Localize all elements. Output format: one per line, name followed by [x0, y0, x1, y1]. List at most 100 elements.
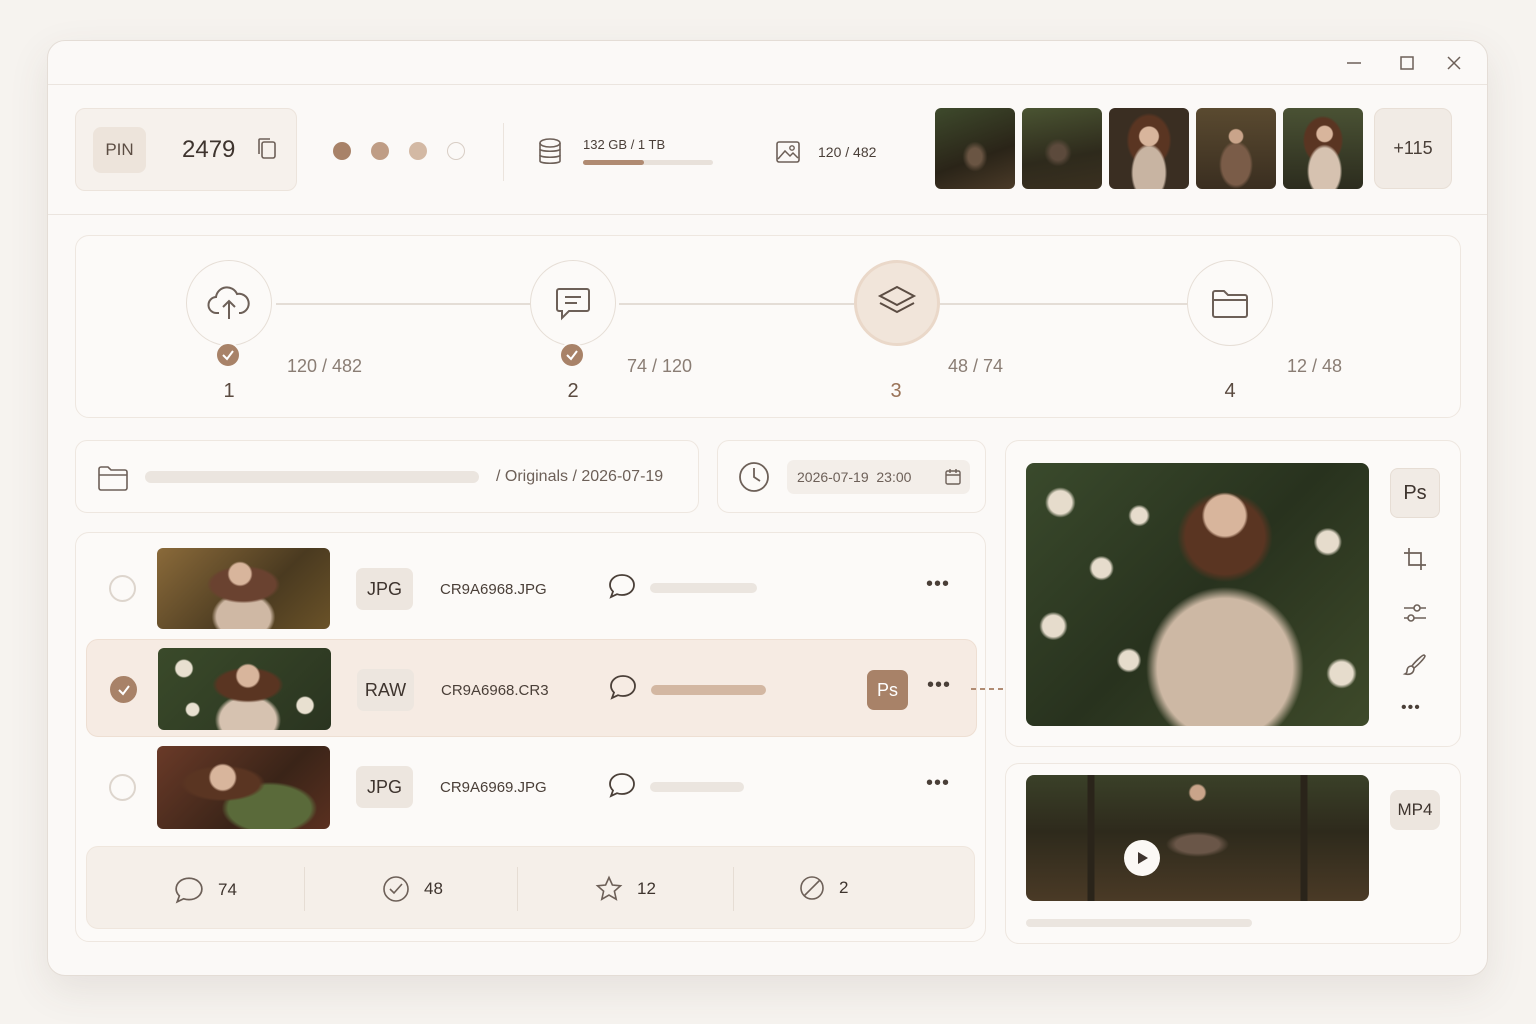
row-more-button[interactable]: ••• — [926, 772, 950, 795]
step-count: 48 / 74 — [948, 356, 1004, 376]
format-badge: JPG — [356, 568, 413, 610]
stat-comments-count: 74 — [218, 880, 237, 899]
step-edit[interactable] — [854, 260, 940, 346]
row-select-radio[interactable] — [109, 774, 136, 801]
step-connector — [276, 303, 531, 305]
copy-pin-button[interactable] — [254, 136, 280, 167]
step-deliver[interactable] — [1187, 260, 1273, 346]
comment-icon[interactable] — [608, 771, 636, 799]
tools-more-button[interactable]: ••• — [1401, 699, 1421, 717]
file-row[interactable]: JPG CR9A6969.JPG ••• — [86, 741, 977, 839]
play-button[interactable] — [1124, 840, 1160, 876]
row-select-radio[interactable] — [110, 676, 137, 703]
rating-dot-2[interactable] — [371, 142, 389, 160]
format-badge: JPG — [356, 766, 413, 808]
rating-dot-3[interactable] — [409, 142, 427, 160]
star-icon — [595, 875, 623, 901]
comment-preview-placeholder — [651, 685, 766, 695]
step-count: 12 / 48 — [1287, 356, 1343, 376]
row-more-button[interactable]: ••• — [927, 674, 951, 697]
row-select-radio[interactable] — [109, 575, 136, 602]
brush-icon[interactable] — [1402, 652, 1428, 678]
thumbnail[interactable] — [935, 108, 1015, 189]
thumbnail[interactable] — [1022, 108, 1102, 189]
file-thumbnail — [157, 746, 330, 829]
check-icon — [566, 350, 578, 361]
comment-preview-placeholder — [650, 583, 757, 593]
video-thumbnail[interactable] — [1026, 775, 1369, 901]
comment-icon — [175, 877, 203, 904]
folder-icon — [1212, 290, 1248, 318]
file-row-selected[interactable]: RAW CR9A6968.CR3 Ps ••• — [86, 639, 977, 737]
datetime-value: 2026-07-19 23:00 — [797, 469, 912, 485]
maximize-button[interactable] — [1395, 51, 1419, 75]
thumbnail[interactable] — [1109, 108, 1189, 189]
more-thumbnails-button[interactable]: +115 — [1374, 108, 1452, 189]
step-count: 120 / 482 — [287, 356, 363, 376]
step-connector — [619, 303, 854, 305]
comment-icon[interactable] — [608, 572, 636, 600]
database-icon — [537, 137, 563, 172]
thumbnail[interactable] — [1283, 108, 1363, 189]
photoshop-badge[interactable]: Ps — [867, 670, 908, 710]
maximize-icon — [1400, 56, 1414, 70]
stat-divider — [517, 867, 518, 911]
adjustments-icon[interactable] — [1402, 600, 1428, 626]
file-name: CR9A6968.JPG — [440, 581, 547, 598]
photoshop-button[interactable]: Ps — [1390, 468, 1440, 518]
folder-path[interactable]: / Originals / 2026-07-19 — [75, 440, 699, 513]
file-row[interactable]: JPG CR9A6968.JPG ••• — [86, 541, 977, 639]
storage-text: 132 GB / 1 TB — [583, 137, 666, 152]
preview-image[interactable] — [1026, 463, 1369, 726]
minimize-button[interactable] — [1342, 51, 1366, 75]
rating-dot-4[interactable] — [447, 142, 465, 160]
step-number: 2 — [567, 380, 579, 402]
file-list: JPG CR9A6968.JPG ••• RAW CR9A6968.CR3 Ps… — [75, 532, 986, 942]
stat-rejected-count: 2 — [839, 878, 849, 897]
stats-bar: 74 48 12 2 — [86, 846, 975, 929]
video-panel: MP4 — [1005, 763, 1461, 944]
pin-value: 2479 — [182, 136, 236, 163]
stat-comments[interactable]: 74 — [174, 875, 237, 905]
pin-label: PIN — [93, 127, 146, 173]
copy-icon — [258, 138, 276, 159]
stat-approved[interactable]: 48 — [382, 875, 443, 903]
stat-rejected[interactable]: 2 — [799, 875, 848, 901]
file-name: CR9A6968.CR3 — [441, 682, 549, 699]
clock-icon — [739, 462, 769, 492]
close-icon — [1447, 56, 1461, 70]
step-upload[interactable] — [186, 260, 272, 346]
comment-preview-placeholder — [650, 782, 744, 792]
file-thumbnail — [157, 548, 330, 629]
path-placeholder — [145, 471, 479, 483]
thumbnail-strip — [935, 108, 1363, 189]
check-icon — [222, 350, 234, 361]
file-thumbnail — [158, 648, 331, 730]
calendar-icon[interactable] — [944, 468, 962, 486]
rating-dots — [333, 142, 465, 160]
thumbnail[interactable] — [1196, 108, 1276, 189]
format-badge: RAW — [357, 669, 414, 711]
title-bar — [48, 41, 1487, 85]
datetime-field[interactable]: 2026-07-19 23:00 — [787, 460, 970, 494]
step-complete-badge — [559, 342, 585, 368]
file-name: CR9A6969.JPG — [440, 779, 547, 796]
image-icon — [775, 140, 801, 169]
storage-progress-fill — [583, 160, 645, 165]
path-text: / Originals / 2026-07-19 — [496, 468, 664, 485]
stat-divider — [733, 867, 734, 911]
row-more-button[interactable]: ••• — [926, 573, 950, 596]
image-count: 120 / 482 — [818, 144, 877, 160]
stat-divider — [304, 867, 305, 911]
step-number: 3 — [890, 380, 902, 402]
close-button[interactable] — [1442, 51, 1466, 75]
app-window: PIN 2479 132 GB / 1 TB 120 / 482 +115 1 … — [47, 40, 1488, 976]
stat-starred[interactable]: 12 — [595, 875, 656, 903]
comment-icon[interactable] — [609, 673, 637, 701]
crop-icon[interactable] — [1402, 546, 1428, 572]
step-review[interactable] — [530, 260, 616, 346]
layers-icon — [877, 285, 917, 314]
pin-box: PIN 2479 — [75, 108, 297, 191]
preview-panel: Ps ••• — [1005, 440, 1461, 747]
rating-dot-1[interactable] — [333, 142, 351, 160]
